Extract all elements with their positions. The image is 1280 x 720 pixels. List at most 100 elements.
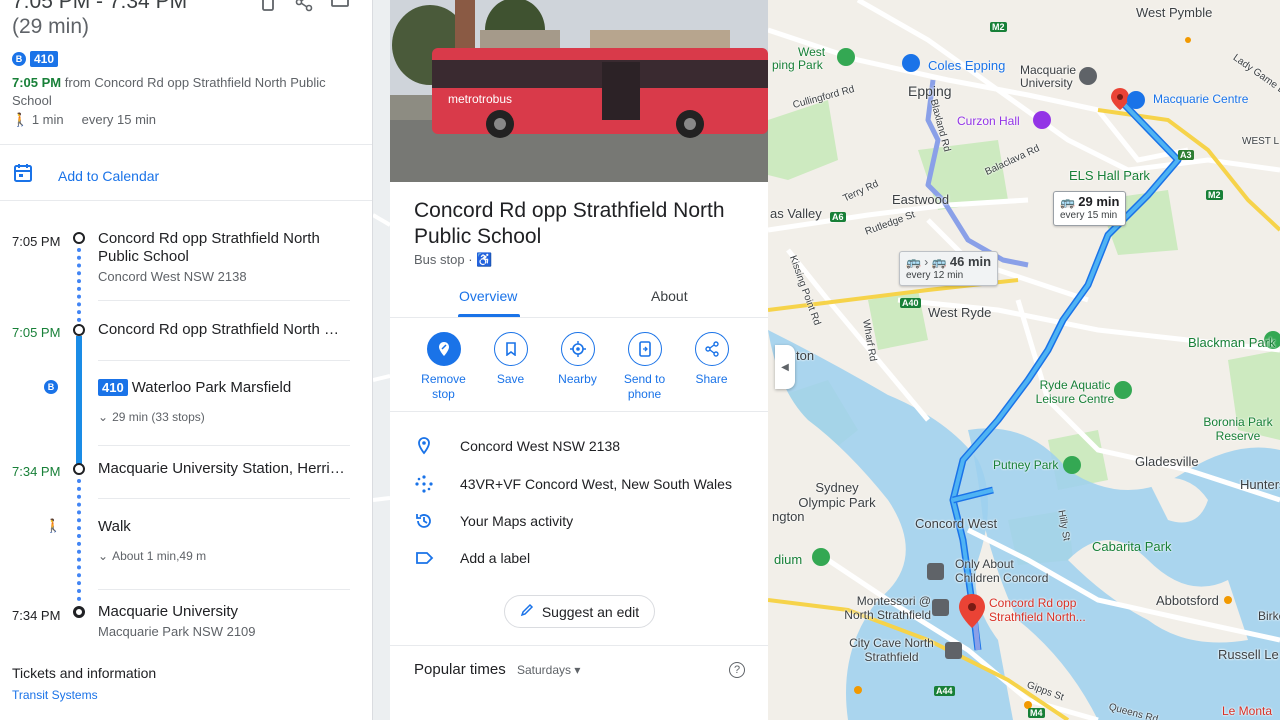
map-label: Hunters H: [1240, 477, 1280, 492]
add-to-calendar-label: Add to Calendar: [58, 167, 160, 184]
departure-time: 7:05 PM: [12, 75, 62, 90]
walk-step: Walk: [98, 518, 131, 535]
step-title[interactable]: Macquarie University: [98, 603, 348, 621]
walk-toggle[interactable]: ⌄ About 1 min,49 m: [98, 549, 206, 563]
address-text: Concord West NSW 2138: [460, 438, 621, 454]
map-label: ngton: [772, 509, 805, 524]
map-label: Boronia Park Reserve: [1203, 415, 1273, 443]
divider: [98, 589, 350, 590]
route-destination: Waterloo Park Marsfield: [131, 379, 292, 396]
map-canvas[interactable]: West Pymble West ping Park Coles Epping …: [768, 0, 1280, 720]
map-label: Concord West: [915, 516, 998, 531]
step-time: 7:34 PM: [12, 464, 61, 479]
bus-icon: 🚌 › 🚌: [906, 255, 947, 269]
place-tabs: Overview About: [390, 278, 768, 318]
divider: [98, 300, 350, 301]
plus-code-text: 43VR+VF Concord West, New South Wales: [460, 476, 732, 492]
step-title[interactable]: Concord Rd opp Strathfield North Public …: [98, 321, 348, 339]
send-to-phone-icon[interactable]: [258, 0, 278, 12]
help-icon[interactable]: ?: [729, 662, 745, 678]
tab-about[interactable]: About: [651, 288, 688, 304]
trip-time-range: 7:05 PM - 7:34 PM: [12, 0, 188, 13]
map-label: City Cave North Strathfield: [849, 636, 934, 664]
trip-frequency: every 12 min: [906, 270, 964, 281]
nearby-button[interactable]: Nearby: [544, 332, 611, 402]
suggest-edit-button[interactable]: Suggest an edit: [504, 595, 655, 628]
map-label: Blackman Park: [1188, 335, 1276, 350]
map-label: West Pymble: [1136, 5, 1213, 20]
add-label-row[interactable]: Add a label: [414, 548, 530, 568]
remove-stop-button[interactable]: Remove stop: [410, 332, 477, 402]
map-label: ton: [796, 348, 815, 363]
walk-frequency: 🚶 1 min every 15 min: [12, 112, 156, 128]
tab-overview[interactable]: Overview: [459, 288, 517, 304]
send-to-phone-button[interactable]: Send to phone: [611, 332, 678, 402]
divider: [0, 144, 372, 145]
bus-livery-text: metrotrobus: [448, 92, 512, 106]
highway-shield: M4: [1028, 708, 1045, 718]
stops-toggle[interactable]: ⌄ 29 min (33 stops): [98, 410, 205, 424]
popular-day-select[interactable]: Saturdays ▾: [517, 663, 580, 677]
remove-stop-label: Remove stop: [421, 372, 466, 401]
step-title[interactable]: Macquarie University Station, Herring Rd: [98, 460, 348, 478]
step-time: 7:34 PM: [12, 608, 61, 623]
bus-icon: 🚌: [1060, 195, 1075, 209]
map-label: Epping: [908, 83, 952, 99]
place-title: Concord Rd opp Strathfield North Public …: [414, 199, 725, 248]
transit-systems-link[interactable]: Transit Systems: [12, 688, 98, 702]
map-label: Abbotsford: [1156, 593, 1219, 608]
share-icon[interactable]: [294, 0, 314, 12]
map-label: Gladesville: [1135, 454, 1199, 469]
share-icon: [694, 332, 729, 366]
active-tab-indicator: [458, 314, 520, 317]
step-title[interactable]: Concord Rd opp Strathfield North Public …: [98, 230, 348, 266]
calendar-icon: [12, 162, 34, 189]
destination-node: [73, 606, 85, 618]
address-row[interactable]: Concord West NSW 2138: [414, 436, 620, 456]
highway-shield: M2: [990, 22, 1007, 32]
map-label: Putney Park: [993, 458, 1059, 472]
map-label: Le Monta: [1222, 704, 1273, 718]
step-time: 7:05 PM: [12, 325, 61, 340]
divider: [98, 498, 350, 499]
step-subtitle: Macquarie Park NSW 2109: [98, 624, 256, 639]
map-label: Eastwood: [892, 192, 950, 207]
alt-route-callout[interactable]: 🚌 › 🚌 46 min every 12 min: [899, 251, 999, 286]
stops-summary: 29 min (33 stops): [112, 410, 205, 424]
maps-activity-row[interactable]: Your Maps activity: [414, 511, 573, 531]
wheelchair-icon: ♿: [476, 252, 493, 267]
stop-node: [73, 463, 85, 475]
plus-code-row[interactable]: 43VR+VF Concord West, New South Wales: [414, 474, 732, 494]
map-label: as Valley: [770, 206, 822, 221]
chevron-down-icon: ⌄: [98, 410, 109, 424]
trip-time: 46 min: [949, 254, 992, 269]
step-subtitle: Concord West NSW 2138: [98, 269, 247, 284]
map-label: Macquarie University: [1020, 63, 1077, 90]
bus-route-row[interactable]: 410 Waterloo Park Marsfield: [98, 379, 348, 397]
print-icon[interactable]: [330, 0, 350, 12]
highway-shield: A44: [934, 686, 955, 696]
share-button[interactable]: Share: [678, 332, 745, 402]
collapse-panel-button[interactable]: ◀: [775, 345, 795, 389]
popular-day-value: Saturdays: [517, 663, 572, 677]
divider: [98, 445, 350, 446]
plus-code-icon: [415, 475, 433, 493]
stop-node: [73, 232, 85, 244]
trip-time: 29 min: [1078, 194, 1120, 209]
route-time-callout[interactable]: 🚌 29 min every 15 min: [1053, 191, 1127, 226]
place-type-label: Bus stop ·: [414, 252, 473, 267]
suggest-edit-label: Suggest an edit: [541, 603, 640, 620]
map-label: Cabarita Park: [1092, 539, 1172, 554]
divider: [390, 645, 768, 646]
divider: [98, 360, 350, 361]
walk-minutes: 1 min: [31, 112, 64, 127]
caret-down-icon: ▾: [574, 663, 581, 677]
divider: [0, 200, 372, 201]
trip-frequency: every 15 min: [1060, 210, 1118, 221]
place-photo[interactable]: metrotrobus: [390, 0, 768, 182]
map-label: ELS Hall Park: [1069, 168, 1150, 183]
add-to-calendar-button[interactable]: Add to Calendar: [12, 162, 159, 189]
nearby-label: Nearby: [558, 372, 597, 386]
save-button[interactable]: Save: [477, 332, 544, 402]
bus-icon: B: [44, 380, 58, 394]
